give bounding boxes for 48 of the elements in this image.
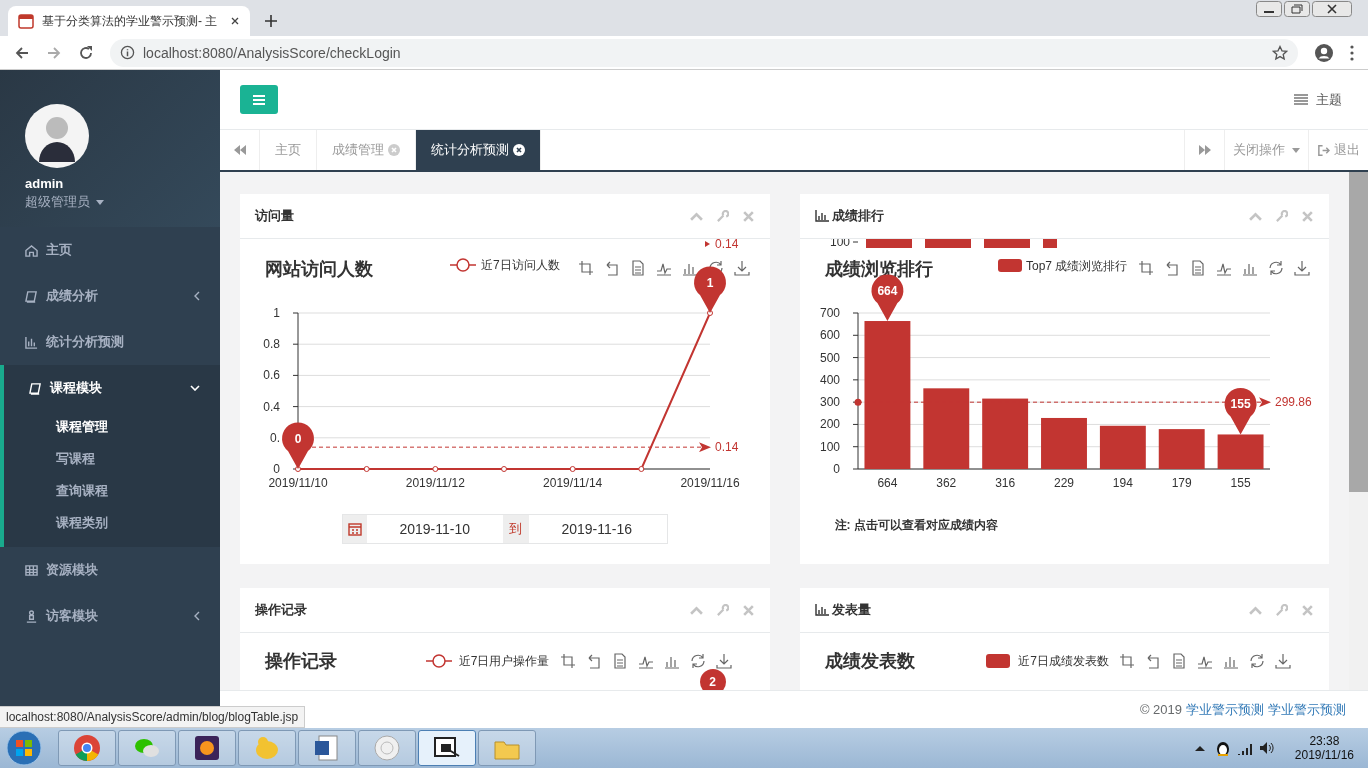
average-label: 299.86: [1274, 395, 1312, 410]
marker-label: 155: [1230, 397, 1251, 412]
chart-title: 成绩发表数: [824, 650, 915, 673]
y-tick-label: 0.6: [263, 368, 280, 383]
y-tick-label: 400: [819, 372, 840, 387]
chart-title: 网站访问人数: [265, 259, 373, 279]
y-tick-label: 1: [273, 306, 280, 320]
copyright-text: © 2019: [1139, 702, 1182, 717]
marker-label: 664: [876, 284, 897, 298]
y-tick-label: 600: [819, 328, 840, 343]
clock-time: 23:38: [1309, 734, 1340, 748]
tab-title: 基于分类算法的学业警示预测- 主: [42, 12, 219, 30]
x-tick-label: 362: [935, 476, 956, 490]
status-url: localhost:8080/AnalysisScore/admin/blog/blogTable.jsp: [0, 706, 306, 728]
x-tick-label: 179: [1171, 476, 1192, 490]
y-tick-label: 0.: [270, 430, 280, 445]
x-tick-label: 316: [994, 476, 1015, 490]
y-tick-label: 0: [832, 462, 840, 476]
x-tick-label: 229: [1053, 476, 1074, 490]
y-tick-label: 300: [819, 395, 840, 410]
y-tick-label: 0: [273, 462, 280, 476]
card-title: 操作记录: [255, 601, 307, 619]
marker-label: 0: [294, 432, 302, 446]
x-tick-label: 2019/11/10: [268, 476, 328, 490]
x-tick-label: 155: [1230, 476, 1251, 490]
y-tick-label: 200: [819, 417, 840, 432]
card-title: 访问量: [255, 207, 294, 225]
y-tick-label: 700: [819, 306, 840, 320]
y-tick-label: 500: [819, 350, 840, 365]
card-title: 发表量: [831, 601, 871, 619]
x-tick-label: 664: [876, 476, 897, 490]
note-text: 注: 点击可以查看对应成绩内容: [834, 517, 999, 534]
user-name: admin: [25, 176, 65, 191]
clipped-label: 0.14: [715, 239, 739, 251]
y-tick-label: 0.4: [263, 399, 280, 414]
marker-label: 1: [706, 276, 714, 290]
average-label: 0.14: [715, 440, 739, 455]
x-tick-label: 2019/11/16: [680, 476, 740, 490]
card-title: 成绩排行: [831, 207, 884, 225]
x-tick-label: 194: [1112, 476, 1133, 490]
y-tick-label: 100: [819, 439, 840, 454]
y-tick-label: 0.8: [263, 337, 280, 352]
x-tick-label: 2019/11/14: [543, 476, 603, 490]
chart-title: 操作记录: [265, 650, 337, 673]
url-text: localhost:8080/AnalysisScore/checkLogin: [143, 44, 402, 61]
x-tick-label: 2019/11/12: [405, 476, 465, 490]
clock-date: 2019/11/16: [1294, 748, 1354, 762]
range-separator: 到: [502, 515, 529, 543]
